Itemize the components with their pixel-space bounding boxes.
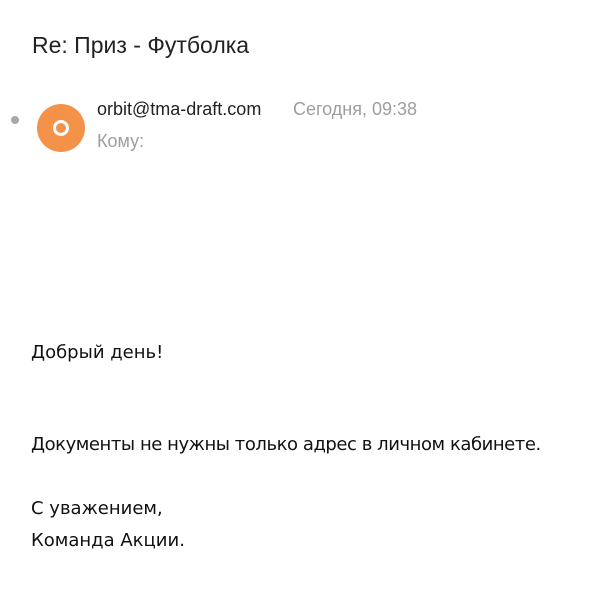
body-main-text: Документы не нужны только адрес в личном… (31, 434, 541, 455)
body-signature: Команда Акции. (31, 530, 185, 551)
email-subject: Re: Приз - Футболка (32, 32, 250, 58)
recipient-label: Кому: (97, 131, 145, 151)
body-greeting: Добрый день! (31, 342, 164, 363)
sender-email[interactable]: orbit@tma-draft.com (97, 97, 261, 121)
body-regards: С уважением, (31, 498, 163, 519)
email-date: Сегодня, 09:38 (293, 99, 418, 119)
circle-o-icon (53, 120, 69, 136)
unread-indicator (11, 116, 19, 124)
sender-avatar[interactable] (37, 104, 85, 152)
